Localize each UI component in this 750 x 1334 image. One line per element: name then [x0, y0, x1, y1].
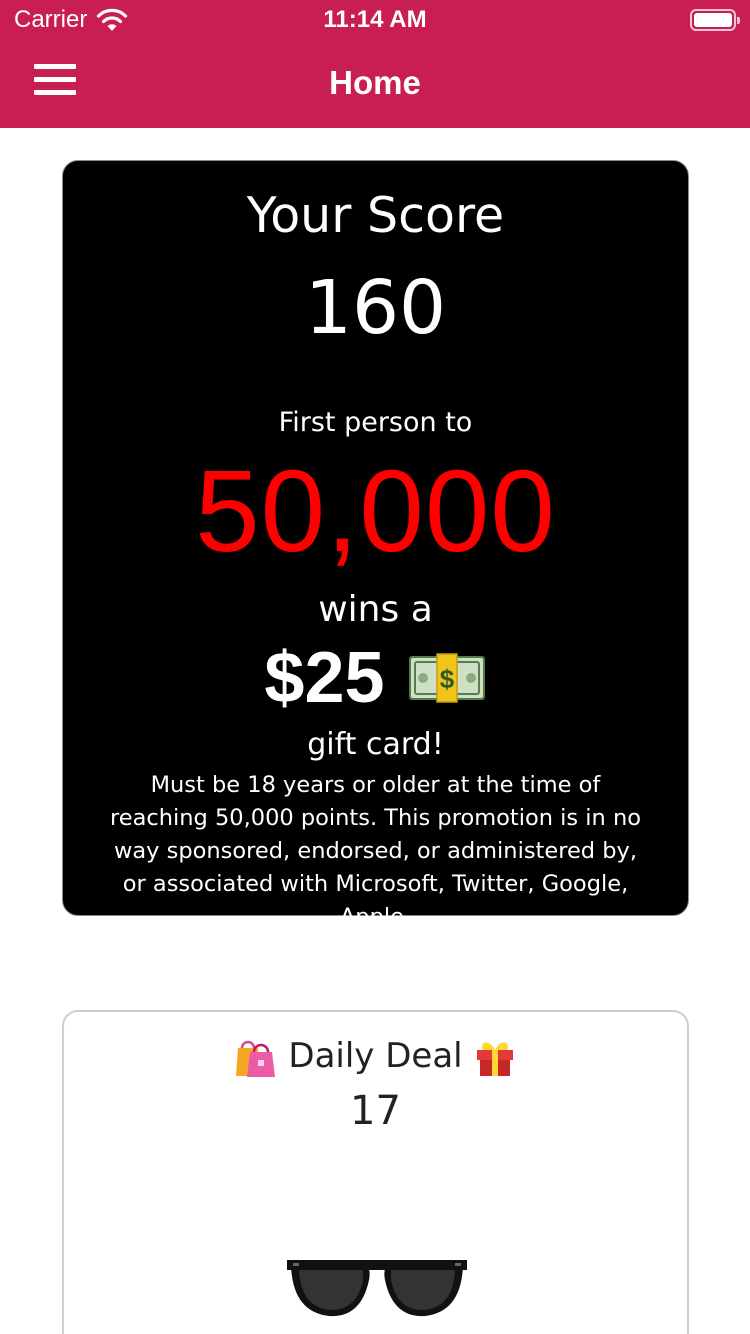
daily-deal-title: Daily Deal	[288, 1036, 463, 1076]
score-title: Your Score	[246, 187, 505, 244]
first-person-text: First person to	[278, 407, 473, 438]
daily-deal-count: 17	[350, 1088, 401, 1134]
top-bar: Carrier 11:14 AM Home	[0, 0, 750, 128]
money-banknote-icon: $	[408, 653, 485, 703]
sunglasses-image	[287, 1260, 467, 1317]
wins-a-text: wins a	[318, 589, 433, 630]
target-points: 50,000	[195, 446, 556, 576]
score-card: Your Score 160 First person to 50,000 wi…	[62, 160, 689, 930]
daily-deal-card[interactable]: Daily Deal 17	[62, 1010, 689, 1334]
prize-amount: $25	[264, 638, 385, 718]
gift-box-icon	[476, 1042, 513, 1076]
shopping-bags-icon	[236, 1040, 276, 1077]
score-value: 160	[304, 265, 447, 351]
battery-icon	[690, 9, 740, 31]
disclaimer-text: Must be 18 years or older at the time of…	[110, 772, 641, 930]
prize-row: $25 $	[63, 637, 688, 719]
page-title: Home	[329, 64, 421, 101]
gift-card-text: gift card!	[307, 727, 444, 762]
svg-text:$: $	[439, 664, 454, 694]
status-time: 11:14 AM	[323, 6, 427, 33]
daily-deal-header: Daily Deal	[64, 1034, 687, 1078]
